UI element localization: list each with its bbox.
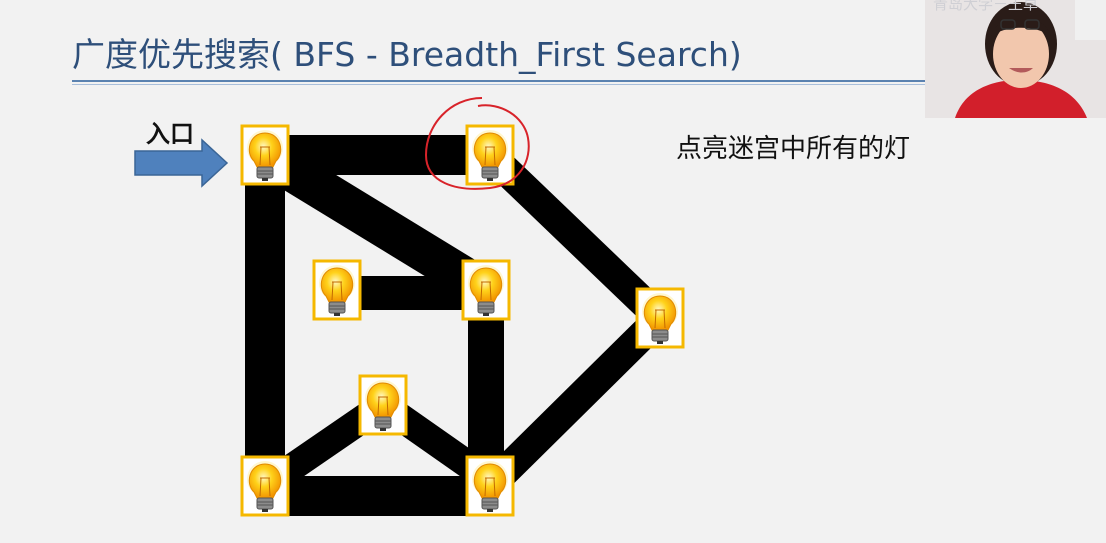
lightbulb-node-n4	[461, 259, 511, 321]
entry-arrow-icon	[134, 138, 229, 188]
lightbulb-node-n6	[358, 374, 408, 436]
maze-corridors	[245, 135, 671, 516]
lightbulb-node-n3	[312, 259, 362, 321]
presenter-video	[925, 0, 1106, 118]
webcam-overlay-text: 青岛大学－王卓	[933, 0, 1039, 13]
lightbulb-node-n8	[465, 455, 515, 517]
presenter-webcam: 青岛大学－王卓	[925, 0, 1106, 118]
corridor-n5-n8	[479, 307, 671, 497]
lightbulb-node-n7	[240, 455, 290, 517]
corridor-n2-n5	[479, 144, 671, 329]
corridor-n1-n4	[254, 137, 497, 308]
lightbulb-node-n1	[240, 124, 290, 186]
lightbulb-node-n5	[635, 287, 685, 349]
lightbulb-node-n2	[465, 124, 515, 186]
